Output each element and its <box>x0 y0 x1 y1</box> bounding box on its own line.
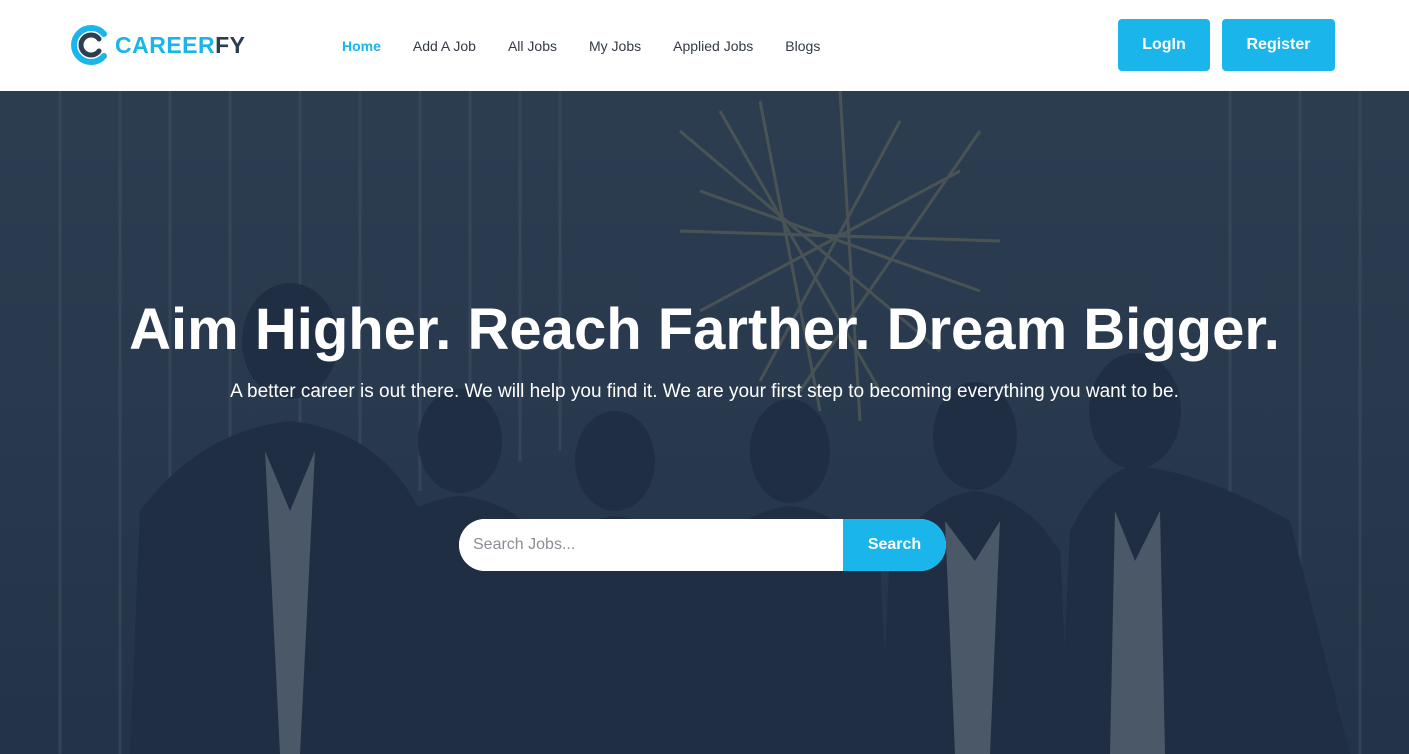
nav-item-blogs[interactable]: Blogs <box>781 34 824 58</box>
nav-item-all-jobs[interactable]: All Jobs <box>504 34 561 58</box>
register-button[interactable]: Register <box>1222 19 1335 71</box>
search-jobs-input[interactable] <box>459 519 843 571</box>
search-button[interactable]: Search <box>843 519 946 571</box>
brand-name-part-b: FY <box>215 31 246 58</box>
hero-overlay <box>0 91 1409 754</box>
top-navbar: CAREERFY Home Add A Job All Jobs My Jobs… <box>0 0 1409 91</box>
brand-logo[interactable]: CAREERFY <box>70 23 246 67</box>
nav-item-applied-jobs[interactable]: Applied Jobs <box>669 34 757 58</box>
brand-name: CAREERFY <box>115 32 246 59</box>
brand-name-part-a: CAREER <box>115 31 216 58</box>
login-button[interactable]: LogIn <box>1118 19 1210 71</box>
main-nav: Home Add A Job All Jobs My Jobs Applied … <box>326 0 836 91</box>
hero-section: Aim Higher. Reach Farther. Dream Bigger.… <box>0 91 1409 754</box>
nav-item-home[interactable]: Home <box>338 34 385 58</box>
nav-item-my-jobs[interactable]: My Jobs <box>585 34 645 58</box>
hero-title: Aim Higher. Reach Farther. Dream Bigger. <box>129 297 1280 362</box>
job-search-form: Search <box>459 519 946 571</box>
auth-buttons: LogIn Register <box>1118 19 1335 71</box>
nav-item-add-a-job[interactable]: Add A Job <box>409 34 480 58</box>
careerfy-logo-icon <box>71 25 107 65</box>
hero-subtitle: A better career is out there. We will he… <box>230 381 1179 402</box>
